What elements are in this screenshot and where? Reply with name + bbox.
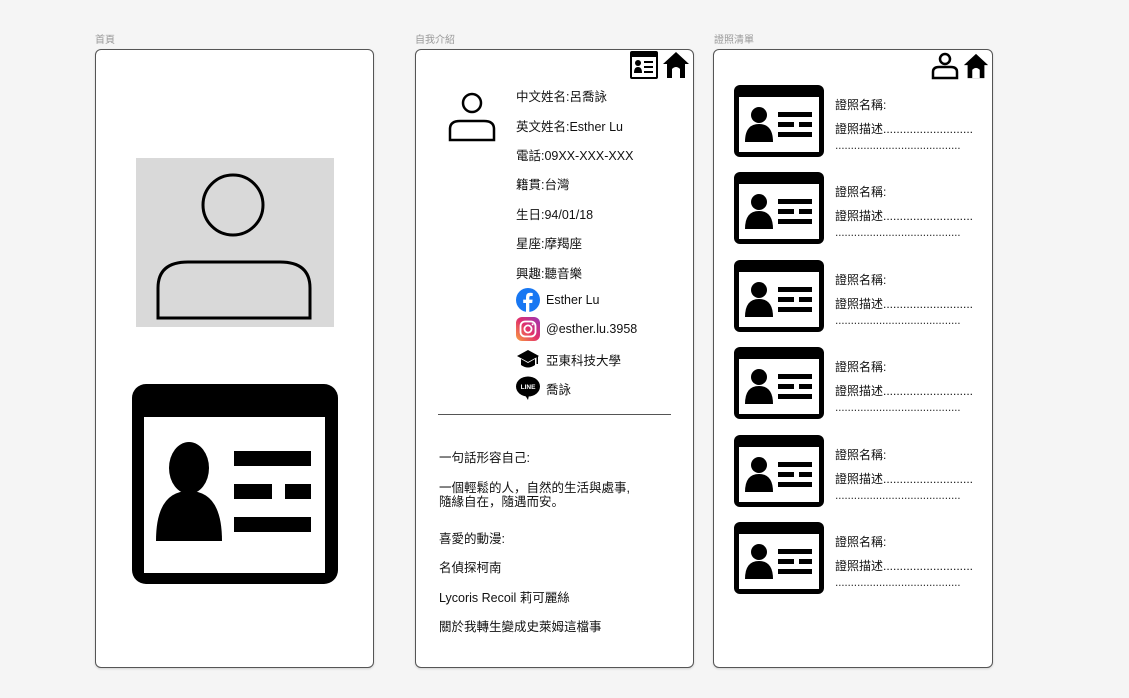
id-card-icon — [734, 85, 824, 157]
cert-name-label: 證照名稱: — [835, 535, 887, 549]
phone: 電話:09XX-XXX-XXX — [516, 149, 634, 163]
facebook-icon — [516, 288, 540, 312]
user-icon — [156, 173, 312, 320]
chinese-name: 中文姓名:呂喬詠 — [516, 90, 607, 104]
cert-desc-line: ........................................ — [835, 138, 961, 152]
home-icon[interactable] — [661, 50, 691, 80]
home-frame — [95, 49, 374, 668]
cert-name-label: 證照名稱: — [835, 273, 887, 287]
line-name: 喬詠 — [546, 382, 572, 397]
cert-item[interactable]: 證照名稱: 證照描述........................... ..… — [734, 347, 984, 421]
anime-title: 喜愛的動漫: — [439, 532, 505, 546]
cert-item[interactable]: 證照名稱: 證照描述........................... ..… — [734, 435, 984, 509]
id-card-icon — [734, 172, 824, 244]
graduation-cap-icon — [517, 350, 539, 368]
cert-item[interactable]: 證照名稱: 證照描述........................... ..… — [734, 260, 984, 334]
frame-label-home: 首頁 — [95, 35, 115, 46]
cert-desc-label: 證照描述........................... — [835, 559, 974, 573]
hobby: 興趣:聽音樂 — [516, 267, 582, 281]
cert-desc-line: ........................................ — [835, 313, 961, 327]
cert-desc-label: 證照描述........................... — [835, 384, 974, 398]
cert-name-label: 證照名稱: — [835, 98, 887, 112]
instagram-link[interactable]: @esther.lu.3958 — [516, 317, 637, 341]
intro-frame: 中文姓名:呂喬詠 英文姓名:Esther Lu 電話:09XX-XXX-XXX … — [415, 49, 694, 668]
cert-desc-label: 證照描述........................... — [835, 297, 974, 311]
frame-label-intro: 自我介紹 — [415, 35, 455, 46]
top-nav — [629, 50, 691, 80]
cert-name-label: 證照名稱: — [835, 448, 887, 462]
self-desc-line2: 隨緣自在，隨遇而安。 — [439, 495, 565, 509]
cert-desc-label: 證照描述........................... — [835, 209, 974, 223]
english-name: 英文姓名:Esther Lu — [516, 120, 623, 134]
divider — [438, 414, 671, 415]
profile-avatar — [448, 91, 496, 148]
cert-desc-line: ........................................ — [835, 488, 961, 502]
cert-desc-line: ........................................ — [835, 400, 961, 414]
hometown: 籍貫:台灣 — [516, 178, 570, 192]
anime-item: 關於我轉生變成史萊姆這檔事 — [439, 620, 602, 634]
user-icon — [448, 92, 496, 142]
line-link[interactable]: LINE 喬詠 — [516, 376, 571, 400]
id-card-button[interactable] — [132, 384, 338, 589]
facebook-link[interactable]: Esther Lu — [516, 288, 600, 312]
birthday: 生日:94/01/18 — [516, 208, 594, 222]
self-desc-title: 一句話形容自己: — [439, 451, 530, 465]
svg-text:LINE: LINE — [521, 384, 536, 391]
school-link[interactable]: 亞東科技大學 — [516, 347, 621, 371]
instagram-handle: @esther.lu.3958 — [546, 322, 638, 336]
cert-item[interactable]: 證照名稱: 證照描述........................... ..… — [734, 85, 984, 159]
anime-item: 名偵探柯南 — [439, 561, 502, 575]
facebook-name: Esther Lu — [546, 293, 600, 307]
cert-desc-label: 證照描述........................... — [835, 122, 974, 136]
id-card-icon — [734, 435, 824, 507]
top-nav — [930, 52, 990, 80]
cert-item[interactable]: 證照名稱: 證照描述........................... ..… — [734, 522, 984, 596]
id-card-icon — [132, 384, 338, 584]
certs-frame: 證照名稱: 證照描述........................... ..… — [713, 49, 993, 668]
line-icon: LINE — [516, 376, 540, 400]
id-card-icon — [734, 347, 824, 419]
cert-name-label: 證照名稱: — [835, 360, 887, 374]
self-desc-line1: 一個輕鬆的人，自然的生活與處事, — [439, 481, 630, 495]
zodiac: 星座:摩羯座 — [516, 237, 582, 251]
id-card-icon — [734, 260, 824, 332]
user-icon[interactable] — [930, 52, 960, 80]
cert-item[interactable]: 證照名稱: 證照描述........................... ..… — [734, 172, 984, 246]
anime-item: Lycoris Recoil 莉可麗絲 — [439, 591, 570, 605]
instagram-icon — [516, 317, 540, 341]
id-card-icon — [734, 522, 824, 594]
cert-name-label: 證照名稱: — [835, 185, 887, 199]
home-icon[interactable] — [962, 52, 990, 80]
school-name: 亞東科技大學 — [546, 353, 622, 368]
cert-desc-label: 證照描述........................... — [835, 472, 974, 486]
profile-photo-placeholder[interactable] — [136, 158, 334, 327]
cert-desc-line: ........................................ — [835, 575, 961, 589]
id-card-icon[interactable] — [629, 50, 659, 80]
cert-desc-line: ........................................ — [835, 225, 961, 239]
frame-label-certs: 證照清單 — [714, 35, 754, 46]
